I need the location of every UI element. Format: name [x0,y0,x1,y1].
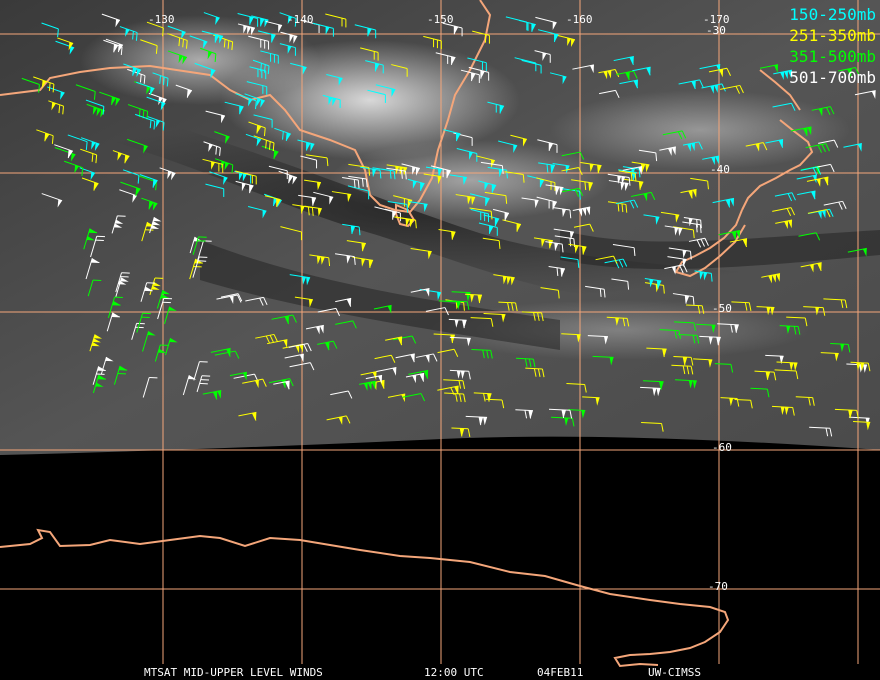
lon-label-130: -130 [148,13,175,26]
lon-label-140: -140 [287,13,314,26]
obs-time: 12:00 UTC [424,666,484,679]
caption-bar: MTSAT MID-UPPER LEVEL WINDS 12:00 UTC 04… [0,664,880,680]
product-name: MTSAT MID-UPPER LEVEL WINDS [144,666,323,679]
lat-label-30: -30 [706,24,726,37]
lat-label-40: -40 [710,163,730,176]
water-vapor-imagery [0,0,880,668]
legend-item-251-350: 251-350mb [789,26,876,45]
lat-label-70: -70 [708,580,728,593]
pressure-legend: 150-250mb 251-350mb 351-500mb 501-700mb [789,4,876,88]
legend-item-351-500: 351-500mb [789,47,876,66]
lat-label-60: -60 [712,441,732,454]
obs-date: 04FEB11 [537,666,584,679]
legend-item-150-250: 150-250mb [789,5,876,24]
lon-label-150: -150 [427,13,454,26]
source-label: UW-CIMSS [648,666,701,679]
lon-label-160: -160 [566,13,593,26]
legend-item-501-700: 501-700mb [789,68,876,87]
satellite-wind-map: -130 -140 -150 -160 -170 -30 -40 -50 -60… [0,0,880,680]
lat-label-50: -50 [712,302,732,315]
